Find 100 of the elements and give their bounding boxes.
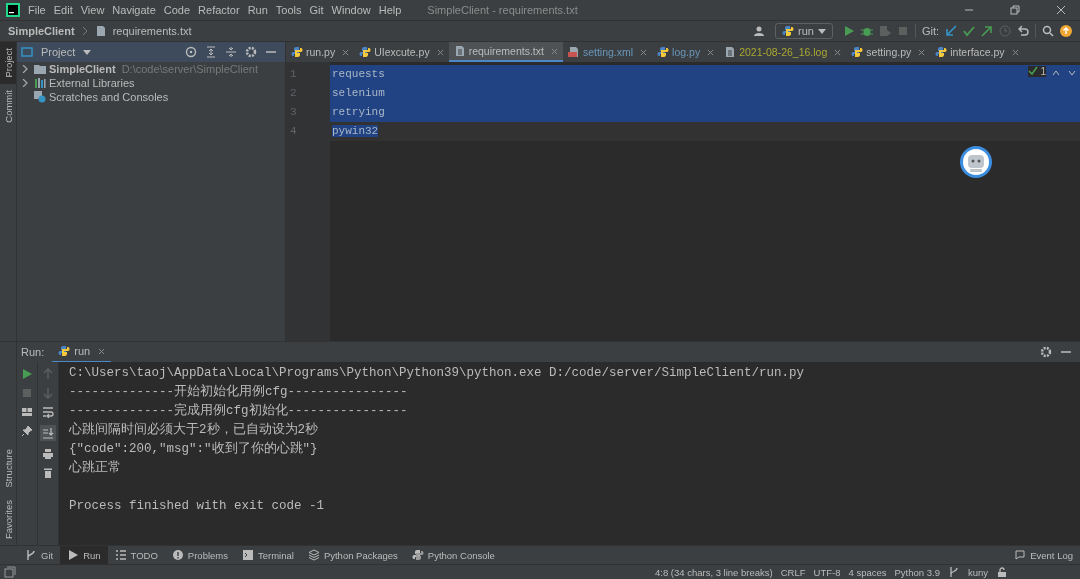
tool-window-button[interactable]: Python Packages <box>300 546 405 564</box>
status-bar-item[interactable]: UTF-8 <box>813 566 841 578</box>
menu-item[interactable]: File <box>28 4 46 16</box>
close-icon[interactable] <box>1011 48 1019 56</box>
user-icon[interactable] <box>752 25 765 37</box>
snake-logo-icon <box>58 345 71 357</box>
robot-avatar-icon[interactable] <box>958 144 994 180</box>
tree-item[interactable]: SimpleClient <box>49 63 116 75</box>
collapse-all-icon[interactable] <box>225 46 237 58</box>
tool-window-button[interactable]: Terminal <box>235 546 301 564</box>
editor-tab[interactable]: interface.py <box>930 42 1024 62</box>
crosshair-icon[interactable] <box>185 46 197 58</box>
console-line: --------------完成用例cfg初始化---------------- <box>69 404 408 418</box>
exclamation-icon <box>171 549 184 561</box>
editor-tab[interactable]: UIexcute.py <box>354 42 449 62</box>
close-icon[interactable] <box>834 48 842 56</box>
bug-icon[interactable] <box>860 25 873 37</box>
console-line: Process finished with exit code -1 <box>69 499 325 513</box>
tool-window-tab[interactable]: Structure <box>0 443 16 494</box>
chevron-icon[interactable] <box>21 79 29 87</box>
status-bar-item[interactable]: 4 spaces <box>848 566 887 578</box>
list-icon <box>114 549 127 561</box>
tool-window-button[interactable]: TODO <box>107 546 165 564</box>
breadcrumb-item[interactable]: SimpleClient <box>8 25 75 37</box>
layout-icon[interactable] <box>21 406 33 418</box>
restore-icon[interactable] <box>1010 5 1020 15</box>
pin-icon[interactable] <box>21 425 33 437</box>
git-label: Git: <box>921 25 939 37</box>
tool-window-tab[interactable]: Favorites <box>0 493 16 545</box>
close-icon[interactable] <box>98 347 106 355</box>
close-icon[interactable] <box>640 48 648 56</box>
library-icon <box>34 77 46 89</box>
tool-window-button[interactable]: Python Console <box>404 546 502 564</box>
tool-window-button[interactable]: Problems <box>164 546 235 564</box>
menu-item[interactable]: Git <box>309 4 324 16</box>
menu-item[interactable]: Navigate <box>112 4 156 16</box>
project-view-dropdown[interactable]: Project <box>41 46 76 58</box>
rerun-icon[interactable] <box>21 368 33 380</box>
update-icon[interactable] <box>1060 25 1072 37</box>
trash-icon[interactable] <box>42 467 54 479</box>
caret-down-icon[interactable] <box>83 48 92 56</box>
tree-item[interactable]: External Libraries <box>49 77 135 89</box>
menu-item[interactable]: Edit <box>53 4 73 16</box>
close-icon[interactable] <box>342 48 350 56</box>
breadcrumb-item[interactable]: requirements.txt <box>112 25 192 37</box>
close-icon[interactable] <box>918 48 926 56</box>
xml-file-icon <box>567 46 580 58</box>
panel-toggle-icon[interactable] <box>4 566 16 578</box>
editor-tab[interactable]: setting.py <box>846 42 931 62</box>
settings-icon[interactable] <box>245 46 257 58</box>
arrow-down-left-icon[interactable] <box>945 25 957 37</box>
menu-item[interactable]: Run <box>247 4 268 16</box>
menu-item[interactable]: Window <box>331 4 371 16</box>
editor-tab[interactable]: run.py <box>286 42 355 62</box>
window-icon <box>21 46 33 58</box>
editor-tab[interactable]: setting.xml <box>562 42 653 62</box>
close-icon[interactable] <box>1056 5 1066 15</box>
editor-tab[interactable]: 2021-08-26_16.log <box>719 42 847 62</box>
run-configuration-dropdown[interactable]: run <box>774 23 833 39</box>
tree-item[interactable]: Scratches and Consoles <box>49 91 169 103</box>
menu-item[interactable]: Code <box>163 4 191 16</box>
scroll-to-end-icon[interactable] <box>40 425 56 441</box>
chevron-icon[interactable] <box>21 65 29 73</box>
lock-icon[interactable] <box>996 566 1008 578</box>
checkmark-icon[interactable] <box>963 25 975 37</box>
arrow-up-right-icon[interactable] <box>981 25 993 37</box>
menu-item[interactable]: View <box>80 4 105 16</box>
tool-window-tab[interactable]: Project <box>0 42 16 84</box>
editor-tab[interactable]: requirements.txt <box>448 42 563 62</box>
settings-icon[interactable] <box>1040 346 1052 358</box>
status-bar-item[interactable]: kuny <box>967 566 988 578</box>
snake-logo-icon <box>411 549 424 561</box>
print-icon[interactable] <box>42 448 54 460</box>
scratch-file-icon <box>34 91 46 103</box>
search-icon[interactable] <box>1042 25 1054 37</box>
tool-window-button[interactable]: Run <box>60 546 108 564</box>
close-icon[interactable] <box>707 48 715 56</box>
play-icon <box>67 549 80 561</box>
tool-window-button[interactable]: Git <box>18 546 61 564</box>
undo-icon[interactable] <box>1017 25 1029 37</box>
run-icon[interactable] <box>842 25 855 37</box>
menu-item[interactable]: Refactor <box>198 4 240 16</box>
status-bar-item[interactable]: CRLF <box>780 566 806 578</box>
window-title: SimpleClient - requirements.txt <box>427 4 578 16</box>
expand-all-icon[interactable] <box>205 46 217 58</box>
editor-tab[interactable]: log.py <box>652 42 720 62</box>
file-icon <box>94 25 107 37</box>
snake-logo-icon <box>359 46 372 58</box>
console-line: --------------开始初始化用例cfg---------------- <box>69 385 408 399</box>
menu-item[interactable]: Help <box>378 4 402 16</box>
status-bar-item[interactable]: Python 3.9 <box>894 566 940 578</box>
console-line: 心跳间隔时间必须大于2秒，已自动设为2秒 <box>69 423 318 437</box>
status-bar-item[interactable]: 4:8 (34 chars, 3 line breaks) <box>654 566 773 578</box>
close-icon[interactable] <box>436 48 444 56</box>
tool-window-tab[interactable]: Commit <box>0 83 16 129</box>
menu-item[interactable]: Tools <box>275 4 302 16</box>
event-log-button[interactable]: Event Log <box>1007 546 1080 564</box>
up-down-arrows-icon[interactable] <box>1052 68 1076 78</box>
inspection-indicator[interactable]: 1 <box>1028 66 1046 77</box>
soft-wrap-icon[interactable] <box>42 406 54 418</box>
